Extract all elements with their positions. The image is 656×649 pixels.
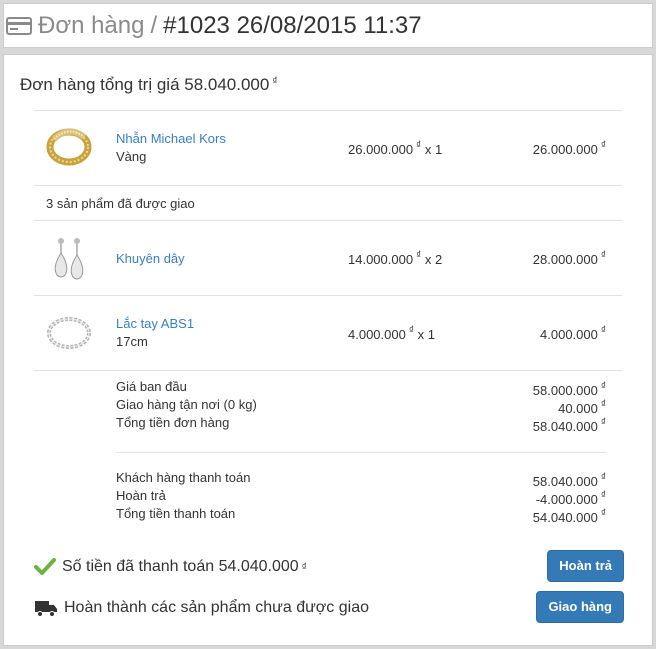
- payment-status-text: Số tiền đã thanh toán 54.040.000: [62, 558, 299, 575]
- item-variant: 17cm: [116, 334, 148, 349]
- divider: [34, 370, 622, 371]
- item-unit-price: 26.000.000 ₫ x 1: [348, 140, 443, 157]
- line-item: Khuyên dây 14.000.000 ₫ x 2 28.000.000 ₫: [34, 221, 622, 295]
- fulfillment-status: Hoàn thành các sản phẩm chưa được giao: [34, 599, 369, 617]
- credit-card-icon: [6, 16, 32, 36]
- order-reference: #1023 26/08/2015 11:37: [163, 11, 422, 39]
- fulfillment-status-text: Hoàn thành các sản phẩm chưa được giao: [64, 599, 369, 616]
- refund-button[interactable]: Hoàn trả: [547, 550, 624, 582]
- summary-row-paid: Khách hàng thanh toán 58.040.000 ₫: [116, 470, 606, 489]
- summary-row-order-total: Tổng tiền đơn hàng 58.040.000 ₫: [116, 415, 606, 434]
- breadcrumb-separator: /: [150, 11, 158, 39]
- page-header: Đơn hàng / #1023 26/08/2015 11:37: [3, 3, 653, 48]
- page-title: Đơn hàng / #1023 26/08/2015 11:37: [38, 12, 422, 40]
- ring-icon: [44, 121, 94, 171]
- summary-row-refund: Hoàn trả -4.000.000 ₫: [116, 488, 606, 507]
- check-icon: [34, 558, 56, 575]
- item-name-link[interactable]: Lắc tay ABS1: [116, 316, 194, 331]
- bracelet-icon: [44, 308, 94, 358]
- currency-symbol: ₫: [272, 76, 278, 87]
- summary-row-shipping: Giao hàng tận nơi (0 kg) 40.000 ₫: [116, 397, 606, 416]
- earring-icon: [44, 233, 94, 283]
- order-total-text: Đơn hàng tổng trị giá 58.040.000: [20, 75, 270, 94]
- breadcrumb-orders[interactable]: Đơn hàng: [38, 12, 144, 39]
- item-line-total: 26.000.000 ₫: [532, 140, 606, 157]
- item-line-total: 4.000.000 ₫: [540, 325, 606, 342]
- order-panel: Đơn hàng tổng trị giá 58.040.000 ₫ Nhẫn M…: [3, 54, 653, 646]
- payment-status: Số tiền đã thanh toán 54.040.000 ₫: [34, 558, 307, 576]
- ship-button[interactable]: Giao hàng: [536, 591, 624, 623]
- item-variant: Vàng: [116, 149, 147, 164]
- item-line-total: 28.000.000 ₫: [532, 250, 606, 267]
- line-item: Nhẫn Michael Kors Vàng 26.000.000 ₫ x 1 2…: [34, 111, 622, 185]
- item-name-link[interactable]: Nhẫn Michael Kors: [116, 131, 226, 146]
- summary-row-net: Tổng tiền thanh toán 54.040.000 ₫: [116, 506, 606, 525]
- order-summary: Giá ban đầu 58.000.000 ₫ Giao hàng tận nơi…: [116, 378, 606, 434]
- order-total-heading: Đơn hàng tổng trị giá 58.040.000 ₫: [20, 75, 277, 95]
- item-name-link[interactable]: Khuyên dây: [116, 251, 185, 266]
- currency-symbol: ₫: [301, 561, 307, 573]
- divider: [116, 452, 606, 453]
- item-unit-price: 14.000.000 ₫ x 2: [348, 250, 443, 267]
- item-unit-price: 4.000.000 ₫ x 1: [348, 325, 435, 342]
- line-item: Lắc tay ABS1 17cm 4.000.000 ₫ x 1 4.000.0…: [34, 296, 622, 370]
- truck-icon: [35, 601, 57, 617]
- divider: [34, 185, 622, 186]
- summary-row-subtotal: Giá ban đầu 58.000.000 ₫: [116, 379, 606, 398]
- delivered-note: 3 sản phẩm đã được giao: [46, 196, 195, 211]
- payment-summary: Khách hàng thanh toán 58.040.000 ₫ Hoàn tr…: [116, 469, 606, 525]
